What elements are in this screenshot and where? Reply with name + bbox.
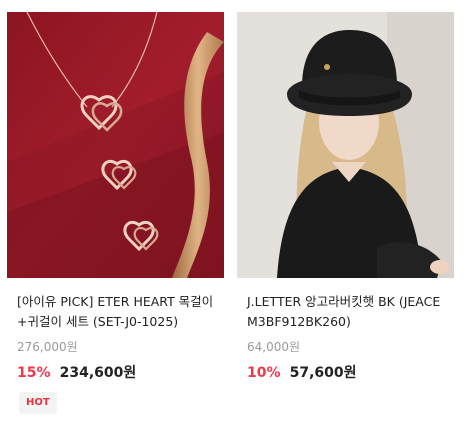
- price-row: 15% 234,600원: [7, 361, 224, 383]
- product-image[interactable]: [7, 12, 224, 278]
- price-row: 10% 57,600원: [237, 361, 454, 383]
- discount-rate: 15%: [17, 365, 51, 381]
- discount-rate: 10%: [247, 365, 281, 381]
- product-image[interactable]: [237, 12, 454, 278]
- original-price: 276,000원: [17, 340, 78, 354]
- product-card[interactable]: J.LETTER 앙고라버킷햇 BK (JEACEM3BF912BK260) 6…: [237, 12, 454, 383]
- product-card[interactable]: [아이유 PICK] ETER HEART 목걸이+귀걸이 세트 (SET-J0…: [7, 12, 224, 414]
- sale-price: 234,600원: [59, 365, 137, 381]
- product-grid: [아이유 PICK] ETER HEART 목걸이+귀걸이 세트 (SET-J0…: [0, 0, 466, 430]
- hot-badge: HOT: [19, 392, 57, 414]
- jewelry-photo: [7, 12, 224, 278]
- product-title[interactable]: J.LETTER 앙고라버킷햇 BK (JEACEM3BF912BK260): [237, 292, 454, 332]
- bucket-hat-photo: [237, 12, 454, 278]
- original-price: 64,000원: [247, 340, 301, 354]
- sale-price: 57,600원: [289, 365, 357, 381]
- product-title[interactable]: [아이유 PICK] ETER HEART 목걸이+귀걸이 세트 (SET-J0…: [7, 292, 224, 332]
